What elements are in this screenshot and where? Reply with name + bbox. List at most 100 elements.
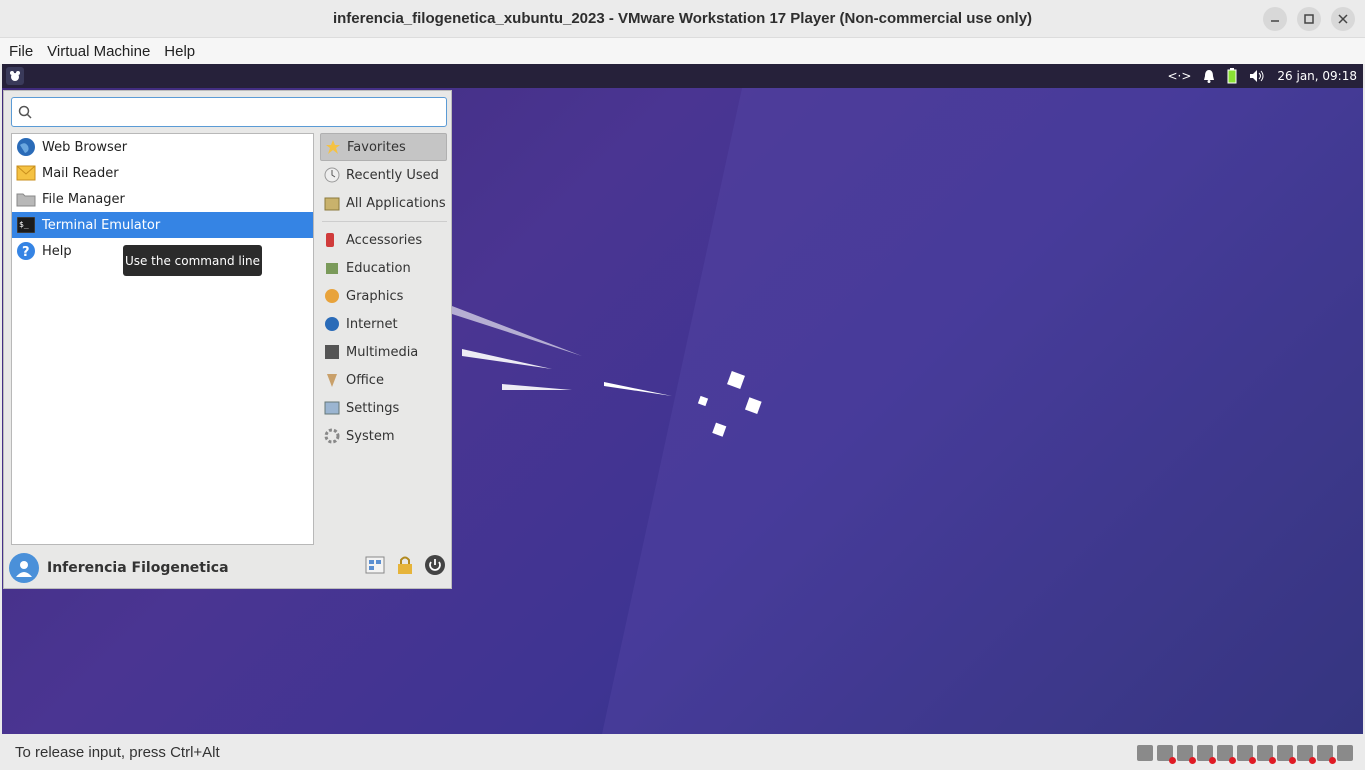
applications-icon xyxy=(323,194,341,212)
category-label: Multimedia xyxy=(346,344,419,360)
message-log-icon[interactable] xyxy=(1337,745,1353,761)
category-label: Graphics xyxy=(346,288,404,304)
logout-button[interactable] xyxy=(424,554,446,576)
close-icon xyxy=(1338,14,1348,24)
device-icons xyxy=(1137,745,1353,764)
search-input[interactable] xyxy=(38,104,418,120)
terminal-icon: $_ xyxy=(15,214,37,236)
favorites-list: Web Browser Mail Reader File Manager $_ … xyxy=(11,133,314,545)
app-terminal-emulator[interactable]: $_ Terminal Emulator xyxy=(12,212,313,238)
usb-device-icon[interactable] xyxy=(1317,745,1336,764)
power-icon xyxy=(425,555,445,575)
category-system[interactable]: System xyxy=(320,422,447,450)
network-icon[interactable]: <·> xyxy=(1167,69,1191,83)
category-graphics[interactable]: Graphics xyxy=(320,282,447,310)
category-all-applications[interactable]: All Applications xyxy=(320,189,447,217)
star-icon xyxy=(324,138,342,156)
sound-card-icon[interactable] xyxy=(1277,745,1296,764)
username: Inferencia Filogenetica xyxy=(47,560,229,576)
search-box[interactable] xyxy=(11,97,447,127)
tooltip: Use the command line xyxy=(123,245,262,276)
mouse-logo-icon xyxy=(10,71,20,81)
category-education[interactable]: Education xyxy=(320,254,447,282)
menu-footer: Inferencia Filogenetica xyxy=(9,551,446,585)
category-recently-used[interactable]: Recently Used xyxy=(320,161,447,189)
whisker-menu-button[interactable] xyxy=(6,67,24,85)
category-label: Accessories xyxy=(346,232,423,248)
category-office[interactable]: Office xyxy=(320,366,447,394)
web-browser-icon xyxy=(15,136,37,158)
status-text: To release input, press Ctrl+Alt xyxy=(15,744,220,761)
usb-icon[interactable] xyxy=(1257,745,1276,764)
gear-icon xyxy=(323,427,341,445)
hard-disk-icon[interactable] xyxy=(1137,745,1153,761)
app-label: File Manager xyxy=(42,191,125,207)
lock-icon xyxy=(398,556,412,574)
category-favorites[interactable]: Favorites xyxy=(320,133,447,161)
whisker-menu: Web Browser Mail Reader File Manager $_ … xyxy=(3,90,452,589)
printer-icon[interactable] xyxy=(1237,745,1256,764)
window-titlebar: inferencia_filogenetica_xubuntu_2023 - V… xyxy=(0,0,1365,38)
cd-dvd-icon[interactable] xyxy=(1177,745,1196,764)
battery-icon[interactable] xyxy=(1227,68,1237,84)
minimize-button[interactable] xyxy=(1263,7,1287,31)
network-adapter-icon[interactable] xyxy=(1217,745,1236,764)
svg-text:$_: $_ xyxy=(19,220,29,229)
category-multimedia[interactable]: Multimedia xyxy=(320,338,447,366)
accessories-icon xyxy=(323,231,341,249)
category-label: Education xyxy=(346,260,411,276)
mail-icon xyxy=(15,162,37,184)
menu-virtual-machine[interactable]: Virtual Machine xyxy=(40,43,157,60)
app-label: Mail Reader xyxy=(42,165,119,181)
category-internet[interactable]: Internet xyxy=(320,310,447,338)
app-mail-reader[interactable]: Mail Reader xyxy=(12,160,313,186)
app-label: Help xyxy=(42,243,72,259)
settings-icon xyxy=(323,399,341,417)
category-label: Favorites xyxy=(347,139,406,155)
app-web-browser[interactable]: Web Browser xyxy=(12,134,313,160)
category-label: Settings xyxy=(346,400,400,416)
globe-icon xyxy=(323,315,341,333)
statusbar: To release input, press Ctrl+Alt xyxy=(0,735,1365,770)
minimize-icon xyxy=(1271,20,1279,22)
notification-bell-icon[interactable] xyxy=(1203,69,1215,83)
category-label: Recently Used xyxy=(346,167,439,183)
svg-text:?: ? xyxy=(22,245,30,260)
education-icon xyxy=(323,259,341,277)
settings-manager-icon xyxy=(365,556,385,574)
maximize-button[interactable] xyxy=(1297,7,1321,31)
menubar: File Virtual Machine Help xyxy=(0,38,1365,64)
floppy-icon[interactable] xyxy=(1197,745,1216,764)
close-button[interactable] xyxy=(1331,7,1355,31)
category-accessories[interactable]: Accessories xyxy=(320,226,447,254)
category-label: Internet xyxy=(346,316,398,332)
search-icon xyxy=(18,105,32,119)
window-title: inferencia_filogenetica_xubuntu_2023 - V… xyxy=(332,10,1033,27)
graphics-icon xyxy=(323,287,341,305)
xfce-panel: <·> 26 jan, 09:18 xyxy=(2,64,1363,88)
help-icon: ? xyxy=(15,240,37,262)
app-file-manager[interactable]: File Manager xyxy=(12,186,313,212)
category-separator xyxy=(322,221,447,222)
guest-desktop[interactable]: <·> 26 jan, 09:18 Web Browser Mail Reade… xyxy=(2,64,1363,734)
cd-dvd-icon[interactable] xyxy=(1157,745,1176,764)
folder-icon xyxy=(15,188,37,210)
category-label: All Applications xyxy=(346,195,446,211)
multimedia-icon xyxy=(323,343,341,361)
volume-icon[interactable] xyxy=(1249,69,1265,83)
category-settings[interactable]: Settings xyxy=(320,394,447,422)
maximize-icon xyxy=(1304,14,1314,24)
app-label: Web Browser xyxy=(42,139,128,155)
menu-help[interactable]: Help xyxy=(157,43,202,60)
clock-icon xyxy=(323,166,341,184)
office-icon xyxy=(323,371,341,389)
category-label: System xyxy=(346,428,395,444)
app-label: Terminal Emulator xyxy=(42,217,161,233)
category-list: Favorites Recently Used All Applications… xyxy=(320,133,447,450)
lock-screen-button[interactable] xyxy=(394,554,416,576)
category-label: Office xyxy=(346,372,384,388)
menu-file[interactable]: File xyxy=(2,43,40,60)
display-icon[interactable] xyxy=(1297,745,1316,764)
panel-clock[interactable]: 26 jan, 09:18 xyxy=(1277,69,1357,83)
settings-manager-button[interactable] xyxy=(364,554,386,576)
